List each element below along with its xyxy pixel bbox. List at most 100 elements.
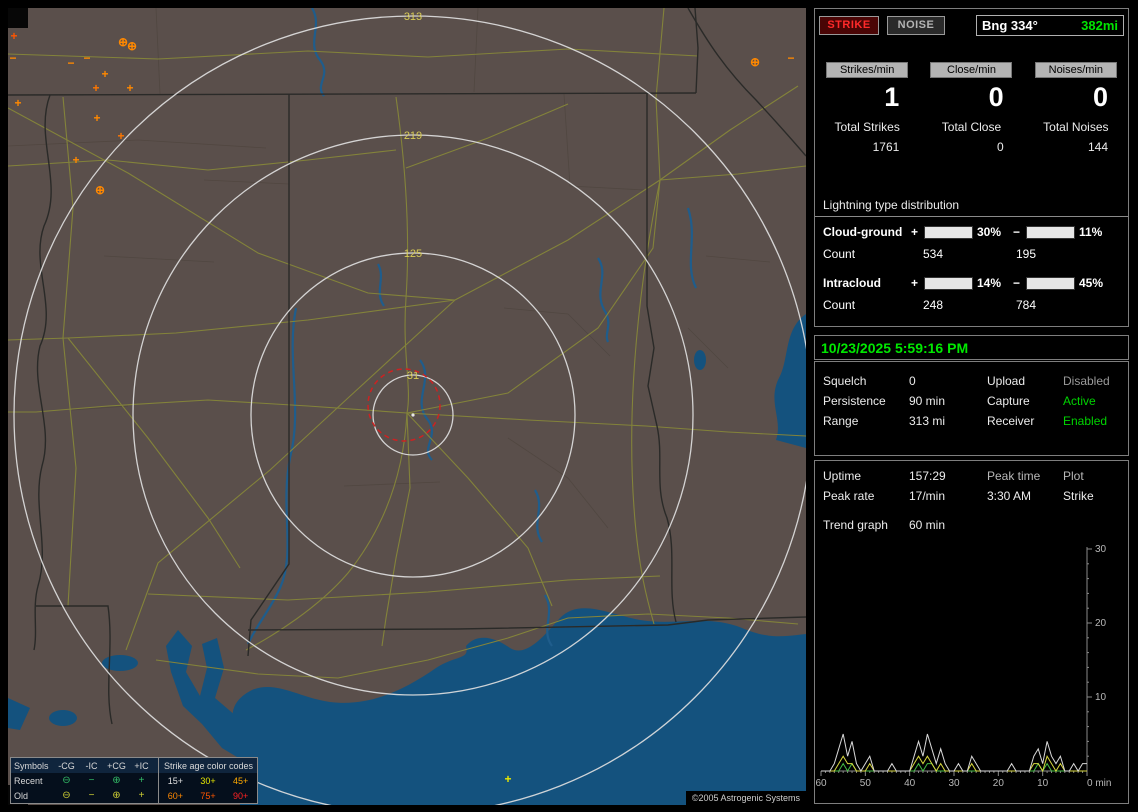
ic-minus-pct: 45% (1077, 276, 1115, 290)
receiver-label: Receiver (987, 414, 1063, 428)
strike-button[interactable]: STRIKE (819, 16, 879, 35)
trend-graph: 3020106050403020100 min (815, 541, 1127, 793)
map-canvas[interactable]: 31125219313⊕⊕−−++++++⊕+−+⊕−+ (8, 8, 806, 805)
mode-header: STRIKE NOISE Bng 334° 382mi (819, 15, 1124, 36)
circle-plus-icon: ⊕ (104, 791, 129, 801)
age-30: 30+ (192, 776, 225, 786)
datetime-value: 10/23/2025 5:59:16 PM (815, 340, 968, 356)
ic-plus-pct: 14% (975, 276, 1013, 290)
status-panel: Squelch 0 Upload Disabled Persistence 90… (814, 361, 1129, 456)
cloud-ground-label: Cloud-ground (823, 225, 911, 239)
upload-label: Upload (987, 374, 1063, 388)
svg-text:+: + (92, 81, 99, 95)
circle-minus-icon: ⊖ (54, 791, 79, 801)
ic-plus-bar (924, 277, 973, 290)
squelch-value: 0 (909, 374, 987, 388)
strikes-column: Strikes/min 1 Total Strikes 1761 (815, 62, 919, 154)
svg-text:+: + (10, 29, 17, 43)
uptime-value: 157:29 (909, 469, 987, 483)
ic-minus-bar (1026, 277, 1075, 290)
svg-text:219: 219 (404, 130, 422, 142)
total-strikes-value: 1761 (873, 140, 920, 154)
legend-col-pos-cg: +CG (104, 761, 129, 771)
peak-rate-label: Peak rate (823, 489, 909, 503)
strikes-per-min-value: 1 (884, 82, 919, 118)
cg-minus-count: 195 (1016, 247, 1036, 261)
svg-text:313: 313 (404, 11, 422, 23)
legend-old-label: Old (11, 791, 54, 801)
legend-old-row: Old ⊖ − ⊕ + (11, 788, 158, 803)
cg-minus-pct: 11% (1077, 225, 1115, 239)
noises-column: Noises/min 0 Total Noises 144 (1024, 62, 1128, 154)
minus-icon: − (79, 776, 104, 786)
age-75: 75+ (192, 791, 225, 801)
close-per-min-button[interactable]: Close/min (930, 62, 1012, 78)
upload-value: Disabled (1063, 374, 1128, 388)
age-15: 15+ (159, 776, 192, 786)
intracloud-count-row: Count 248 784 (815, 294, 1128, 316)
svg-text:10: 10 (1037, 778, 1049, 789)
cg-plus-count: 534 (923, 247, 1016, 261)
svg-text:0 min: 0 min (1087, 778, 1111, 789)
distribution-title: Lightning type distribution (815, 198, 1128, 217)
svg-text:⊕: ⊕ (127, 39, 137, 53)
close-column: Close/min 0 Total Close 0 (919, 62, 1023, 154)
receiver-value: Enabled (1063, 414, 1128, 428)
minus-icon: − (79, 791, 104, 801)
svg-text:+: + (72, 153, 79, 167)
svg-text:⊕: ⊕ (750, 55, 760, 69)
map-legend: Symbols -CG -IC +CG +IC Recent ⊖ − ⊕ + O… (10, 757, 258, 804)
cloud-ground-row: Cloud-ground + 30% − 11% (815, 221, 1128, 243)
svg-text:−: − (9, 51, 16, 65)
noise-button[interactable]: NOISE (887, 16, 945, 35)
bearing-value: Bng 334° (982, 18, 1038, 33)
bearing-readout: Bng 334° 382mi (976, 15, 1124, 36)
plus-sign: + (911, 225, 922, 239)
svg-text:+: + (14, 96, 21, 110)
svg-text:⊕: ⊕ (95, 183, 105, 197)
svg-text:−: − (83, 51, 90, 65)
persistence-value: 90 min (909, 394, 987, 408)
cg-plus-bar (924, 226, 973, 239)
status-row-squelch: Squelch 0 Upload Disabled (815, 371, 1128, 391)
legend-age-row-2: 60+ 75+ 90+ (159, 788, 257, 803)
map-corner-control[interactable] (8, 8, 28, 28)
trend-graph-label: Trend graph (823, 518, 909, 532)
trend-graph-window: 60 min (909, 518, 987, 532)
uptime-label: Uptime (823, 469, 909, 483)
map-panel[interactable]: 31125219313⊕⊕−−++++++⊕+−+⊕−+ Symbols -CG… (8, 8, 806, 805)
capture-label: Capture (987, 394, 1063, 408)
range-value: 313 mi (909, 414, 987, 428)
legend-col-pos-ic: +IC (129, 761, 154, 771)
stats-panel: STRIKE NOISE Bng 334° 382mi Strikes/min … (814, 8, 1129, 327)
legend-symbol-headers: Symbols -CG -IC +CG +IC (11, 758, 158, 773)
svg-text:−: − (787, 51, 794, 65)
svg-text:125: 125 (404, 248, 422, 260)
svg-text:+: + (504, 772, 511, 786)
session-row-1: Uptime 157:29 Peak time Plot (815, 466, 1128, 486)
datetime-panel: 10/23/2025 5:59:16 PM (814, 335, 1129, 360)
svg-text:40: 40 (904, 778, 916, 789)
lightning-type-distribution: Lightning type distribution Cloud-ground… (815, 198, 1128, 316)
peak-time-label: Peak time (987, 469, 1063, 483)
minus-sign: − (1013, 276, 1024, 290)
peak-rate-value: 17/min (909, 489, 987, 503)
circle-minus-icon: ⊖ (54, 776, 79, 786)
plot-value: Strike (1063, 489, 1128, 503)
legend-col-neg-cg: -CG (54, 761, 79, 771)
strikes-per-min-button[interactable]: Strikes/min (826, 62, 908, 78)
total-noises-label: Total Noises (1043, 120, 1108, 134)
svg-text:20: 20 (1095, 618, 1107, 629)
noises-per-min-button[interactable]: Noises/min (1035, 62, 1117, 78)
minus-sign: − (1013, 225, 1024, 239)
ic-plus-count: 248 (923, 298, 1016, 312)
trend-graph-row: Trend graph 60 min (815, 515, 1128, 535)
status-row-range: Range 313 mi Receiver Enabled (815, 411, 1128, 431)
svg-text:−: − (67, 56, 74, 70)
svg-text:+: + (126, 81, 133, 95)
ic-minus-count: 784 (1016, 298, 1036, 312)
legend-symbols-label: Symbols (11, 761, 54, 771)
app-window: 31125219313⊕⊕−−++++++⊕+−+⊕−+ Symbols -CG… (0, 0, 1138, 812)
age-60: 60+ (159, 791, 192, 801)
cg-plus-pct: 30% (975, 225, 1013, 239)
